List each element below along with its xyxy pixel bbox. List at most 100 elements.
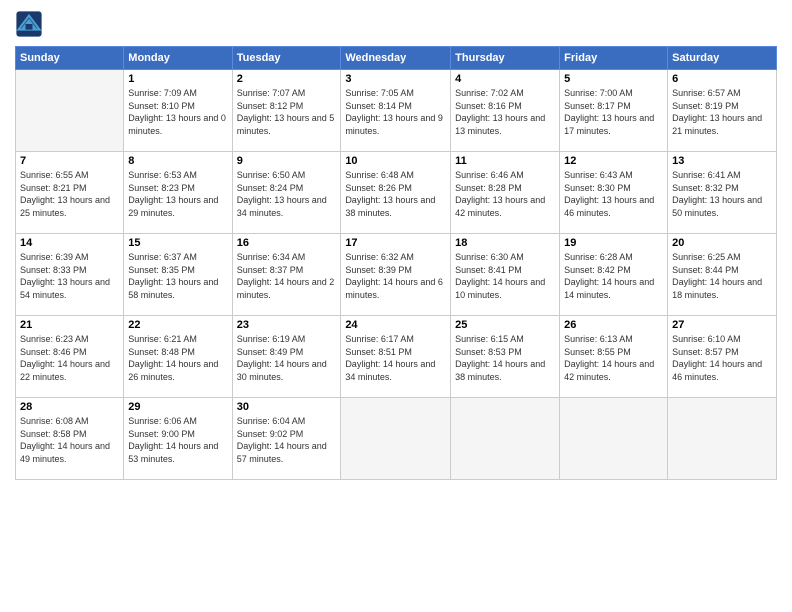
calendar-cell: 24 Sunrise: 6:17 AMSunset: 8:51 PMDayligh…	[341, 316, 451, 398]
calendar-cell: 18Sunrise: 6:30 AMSunset: 8:41 PMDayligh…	[451, 234, 560, 316]
day-info: Sunrise: 6:57 AMSunset: 8:19 PMDaylight:…	[672, 87, 772, 137]
day-number: 17	[345, 237, 446, 249]
day-info: Sunrise: 6:13 AMSunset: 8:55 PMDaylight:…	[564, 333, 663, 383]
calendar-week-row: 21 Sunrise: 6:23 AMSunset: 8:46 PMDayligh…	[16, 316, 777, 398]
header	[15, 10, 777, 38]
calendar-cell: 17 Sunrise: 6:32 AMSunset: 8:39 PMDayligh…	[341, 234, 451, 316]
day-number: 6	[672, 73, 772, 85]
calendar-cell: 28 Sunrise: 6:08 AMSunset: 8:58 PMDayligh…	[16, 398, 124, 480]
calendar-cell: 1 Sunrise: 7:09 AMSunset: 8:10 PMDaylight…	[124, 70, 232, 152]
day-number: 26	[564, 319, 663, 331]
calendar-cell: 5 Sunrise: 7:00 AMSunset: 8:17 PMDaylight…	[560, 70, 668, 152]
day-header: Sunday	[16, 47, 124, 70]
day-number: 29	[128, 401, 227, 413]
day-info: Sunrise: 6:06 AMSunset: 9:00 PMDaylight:…	[128, 415, 227, 465]
day-number: 21	[20, 319, 119, 331]
calendar-cell: 19 Sunrise: 6:28 AMSunset: 8:42 PMDayligh…	[560, 234, 668, 316]
calendar-cell: 2Sunrise: 7:07 AMSunset: 8:12 PMDaylight…	[232, 70, 341, 152]
calendar-header-row: SundayMondayTuesdayWednesdayThursdayFrid…	[16, 47, 777, 70]
day-header: Thursday	[451, 47, 560, 70]
calendar-cell: 10 Sunrise: 6:48 AMSunset: 8:26 PMDayligh…	[341, 152, 451, 234]
calendar-week-row: 14Sunrise: 6:39 AMSunset: 8:33 PMDayligh…	[16, 234, 777, 316]
calendar-cell: 27 Sunrise: 6:10 AMSunset: 8:57 PMDayligh…	[668, 316, 777, 398]
calendar-cell: 8 Sunrise: 6:53 AMSunset: 8:23 PMDaylight…	[124, 152, 232, 234]
day-number: 11	[455, 155, 555, 167]
day-info: Sunrise: 7:05 AMSunset: 8:14 PMDaylight:…	[345, 87, 446, 137]
day-number: 23	[237, 319, 337, 331]
day-info: Sunrise: 6:23 AMSunset: 8:46 PMDaylight:…	[20, 333, 119, 383]
day-number: 16	[237, 237, 337, 249]
day-number: 15	[128, 237, 227, 249]
day-info: Sunrise: 6:30 AMSunset: 8:41 PMDaylight:…	[455, 251, 555, 301]
day-header: Wednesday	[341, 47, 451, 70]
calendar-cell: 29 Sunrise: 6:06 AMSunset: 9:00 PMDayligh…	[124, 398, 232, 480]
day-info: Sunrise: 7:07 AMSunset: 8:12 PMDaylight:…	[237, 87, 337, 137]
day-info: Sunrise: 6:19 AMSunset: 8:49 PMDaylight:…	[237, 333, 337, 383]
day-number: 7	[20, 155, 119, 167]
calendar-cell: 11 Sunrise: 6:46 AMSunset: 8:28 PMDayligh…	[451, 152, 560, 234]
day-info: Sunrise: 6:21 AMSunset: 8:48 PMDaylight:…	[128, 333, 227, 383]
day-number: 24	[345, 319, 446, 331]
day-info: Sunrise: 6:10 AMSunset: 8:57 PMDaylight:…	[672, 333, 772, 383]
day-info: Sunrise: 6:55 AMSunset: 8:21 PMDaylight:…	[20, 169, 119, 219]
day-number: 19	[564, 237, 663, 249]
day-number: 5	[564, 73, 663, 85]
calendar-cell	[668, 398, 777, 480]
day-info: Sunrise: 7:09 AMSunset: 8:10 PMDaylight:…	[128, 87, 227, 137]
day-info: Sunrise: 6:34 AMSunset: 8:37 PMDaylight:…	[237, 251, 337, 301]
logo-icon	[15, 10, 43, 38]
day-info: Sunrise: 7:00 AMSunset: 8:17 PMDaylight:…	[564, 87, 663, 137]
calendar-week-row: 28 Sunrise: 6:08 AMSunset: 8:58 PMDayligh…	[16, 398, 777, 480]
day-info: Sunrise: 6:08 AMSunset: 8:58 PMDaylight:…	[20, 415, 119, 465]
calendar-cell: 6 Sunrise: 6:57 AMSunset: 8:19 PMDaylight…	[668, 70, 777, 152]
calendar-cell: 7 Sunrise: 6:55 AMSunset: 8:21 PMDaylight…	[16, 152, 124, 234]
calendar-cell: 16 Sunrise: 6:34 AMSunset: 8:37 PMDayligh…	[232, 234, 341, 316]
day-info: Sunrise: 6:53 AMSunset: 8:23 PMDaylight:…	[128, 169, 227, 219]
calendar-week-row: 7 Sunrise: 6:55 AMSunset: 8:21 PMDaylight…	[16, 152, 777, 234]
day-number: 27	[672, 319, 772, 331]
calendar-cell: 4 Sunrise: 7:02 AMSunset: 8:16 PMDaylight…	[451, 70, 560, 152]
day-header: Friday	[560, 47, 668, 70]
day-info: Sunrise: 6:17 AMSunset: 8:51 PMDaylight:…	[345, 333, 446, 383]
day-number: 30	[237, 401, 337, 413]
day-number: 9	[237, 155, 337, 167]
day-number: 22	[128, 319, 227, 331]
day-header: Monday	[124, 47, 232, 70]
calendar-cell	[341, 398, 451, 480]
day-number: 8	[128, 155, 227, 167]
day-info: Sunrise: 6:48 AMSunset: 8:26 PMDaylight:…	[345, 169, 446, 219]
day-info: Sunrise: 6:43 AMSunset: 8:30 PMDaylight:…	[564, 169, 663, 219]
day-info: Sunrise: 6:41 AMSunset: 8:32 PMDaylight:…	[672, 169, 772, 219]
calendar: SundayMondayTuesdayWednesdayThursdayFrid…	[15, 46, 777, 480]
day-number: 10	[345, 155, 446, 167]
calendar-cell: 15 Sunrise: 6:37 AMSunset: 8:35 PMDayligh…	[124, 234, 232, 316]
day-number: 20	[672, 237, 772, 249]
calendar-cell: 23 Sunrise: 6:19 AMSunset: 8:49 PMDayligh…	[232, 316, 341, 398]
calendar-cell: 20 Sunrise: 6:25 AMSunset: 8:44 PMDayligh…	[668, 234, 777, 316]
calendar-cell: 30 Sunrise: 6:04 AMSunset: 9:02 PMDayligh…	[232, 398, 341, 480]
page: SundayMondayTuesdayWednesdayThursdayFrid…	[0, 0, 792, 612]
calendar-cell: 3 Sunrise: 7:05 AMSunset: 8:14 PMDaylight…	[341, 70, 451, 152]
day-number: 28	[20, 401, 119, 413]
day-info: Sunrise: 6:04 AMSunset: 9:02 PMDaylight:…	[237, 415, 337, 465]
calendar-cell	[16, 70, 124, 152]
day-info: Sunrise: 6:50 AMSunset: 8:24 PMDaylight:…	[237, 169, 337, 219]
calendar-cell: 13Sunrise: 6:41 AMSunset: 8:32 PMDayligh…	[668, 152, 777, 234]
day-info: Sunrise: 6:28 AMSunset: 8:42 PMDaylight:…	[564, 251, 663, 301]
calendar-cell	[451, 398, 560, 480]
day-info: Sunrise: 6:39 AMSunset: 8:33 PMDaylight:…	[20, 251, 119, 301]
calendar-cell: 14Sunrise: 6:39 AMSunset: 8:33 PMDayligh…	[16, 234, 124, 316]
day-info: Sunrise: 6:32 AMSunset: 8:39 PMDaylight:…	[345, 251, 446, 301]
calendar-cell	[560, 398, 668, 480]
day-info: Sunrise: 6:15 AMSunset: 8:53 PMDaylight:…	[455, 333, 555, 383]
calendar-cell: 12Sunrise: 6:43 AMSunset: 8:30 PMDayligh…	[560, 152, 668, 234]
day-number: 1	[128, 73, 227, 85]
day-info: Sunrise: 7:02 AMSunset: 8:16 PMDaylight:…	[455, 87, 555, 137]
day-info: Sunrise: 6:25 AMSunset: 8:44 PMDaylight:…	[672, 251, 772, 301]
day-info: Sunrise: 6:46 AMSunset: 8:28 PMDaylight:…	[455, 169, 555, 219]
day-number: 4	[455, 73, 555, 85]
day-header: Tuesday	[232, 47, 341, 70]
day-number: 3	[345, 73, 446, 85]
calendar-cell: 26 Sunrise: 6:13 AMSunset: 8:55 PMDayligh…	[560, 316, 668, 398]
day-info: Sunrise: 6:37 AMSunset: 8:35 PMDaylight:…	[128, 251, 227, 301]
